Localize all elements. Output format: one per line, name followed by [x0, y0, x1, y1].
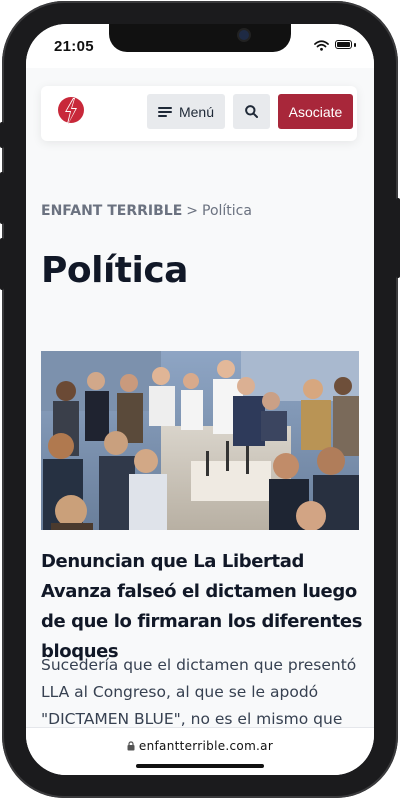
- url-display[interactable]: enfantterrible.com.ar: [26, 739, 374, 753]
- menu-label: Menú: [178, 103, 215, 120]
- breadcrumb-home-link[interactable]: ENFANT TERRIBLE: [41, 203, 182, 219]
- browser-address-bar[interactable]: enfantterrible.com.ar: [26, 727, 374, 775]
- site-header: Menú Asociate: [41, 86, 357, 141]
- breadcrumb: ENFANT TERRIBLE > Política: [41, 203, 252, 219]
- join-button[interactable]: Asociate: [278, 94, 353, 129]
- battery-icon: [335, 40, 352, 49]
- power-button: [396, 198, 400, 278]
- bolt-logo-icon[interactable]: [57, 96, 85, 130]
- search-icon: [245, 105, 258, 118]
- url-text: enfantterrible.com.ar: [138, 739, 274, 753]
- menu-button[interactable]: Menú: [147, 94, 225, 129]
- status-bar: 21:05: [26, 24, 374, 68]
- silent-switch: [0, 122, 4, 148]
- battery-cap: [354, 43, 356, 47]
- status-time: 21:05: [54, 38, 94, 55]
- search-button[interactable]: [233, 94, 270, 129]
- notch: [109, 24, 291, 52]
- wifi-icon: [314, 40, 329, 51]
- volume-down-button: [0, 238, 4, 290]
- breadcrumb-separator: >: [186, 203, 198, 219]
- article-image[interactable]: [41, 351, 359, 530]
- breadcrumb-current: Política: [202, 203, 252, 219]
- page-title: Política: [41, 250, 188, 291]
- screen: 21:05 Menú Asociate ENFANT TERRIBLE > Po…: [26, 24, 374, 775]
- home-indicator[interactable]: [136, 764, 264, 768]
- article-excerpt: Sucedería que el dictamen que presentó L…: [41, 656, 357, 728]
- article-title[interactable]: Denuncian que La Libertad Avanza falseó …: [41, 547, 363, 667]
- lock-icon: [127, 741, 135, 751]
- hamburger-icon: [157, 106, 172, 117]
- volume-up-button: [0, 172, 4, 224]
- front-camera: [239, 30, 249, 40]
